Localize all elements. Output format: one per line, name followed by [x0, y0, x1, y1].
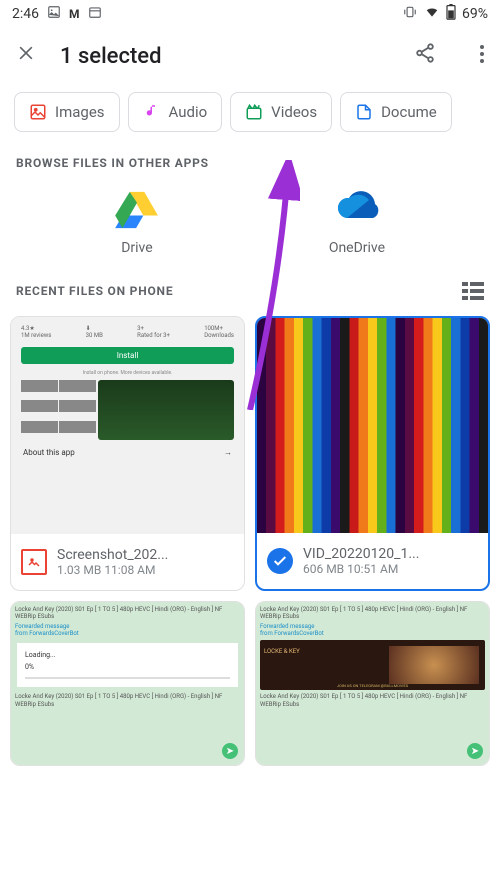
image-file-icon — [21, 549, 47, 575]
recent-files-heading: RECENT FILES ON PHONE — [16, 284, 173, 298]
share-icon[interactable] — [414, 42, 436, 70]
google-drive-icon — [115, 190, 159, 230]
file-card[interactable]: Locke And Key (2020) S01 Ep [ 1 TO 5 ] 4… — [255, 601, 490, 766]
image-notif-icon — [47, 5, 61, 23]
battery-pct: 69% — [462, 6, 488, 22]
music-note-icon — [143, 103, 161, 121]
image-icon — [29, 103, 47, 121]
apps-row: Drive OneDrive — [0, 182, 500, 278]
chip-audio[interactable]: Audio — [128, 92, 223, 132]
app-label: OneDrive — [329, 240, 385, 256]
more-icon[interactable] — [480, 44, 484, 69]
wifi-icon — [424, 5, 440, 23]
filter-chips-row: Images Audio Videos Docume — [0, 84, 500, 146]
document-icon — [355, 103, 373, 121]
gmail-notif-icon: M — [69, 7, 80, 21]
movie-icon — [245, 103, 263, 121]
file-name: Screenshot_202... — [57, 547, 234, 563]
chip-videos[interactable]: Videos — [230, 92, 332, 132]
browse-apps-heading: BROWSE FILES IN OTHER APPS — [0, 146, 500, 182]
chip-images[interactable]: Images — [14, 92, 120, 132]
file-meta: 1.03 MB 11:08 AM — [57, 563, 234, 577]
onedrive-icon — [335, 190, 379, 230]
vibrate-icon — [402, 5, 418, 23]
list-view-toggle-icon[interactable] — [462, 282, 484, 300]
chip-label: Images — [55, 103, 105, 121]
chip-label: Docume — [381, 103, 437, 121]
calendar-notif-icon — [88, 5, 102, 23]
header-bar: 1 selected — [0, 28, 500, 84]
chip-documents[interactable]: Docume — [340, 92, 452, 132]
chip-label: Audio — [169, 103, 208, 121]
file-thumbnail: Locke And Key (2020) S01 Ep [ 1 TO 5 ] 4… — [11, 602, 244, 765]
files-grid: 4.3★1M reviews ⬇30 MB 3+Rated for 3+ 100… — [0, 310, 500, 772]
file-card-selected[interactable]: VID_20220120_1... 606 MB 10:51 AM — [255, 316, 490, 591]
statusbar: 2:46 M 69% — [0, 0, 500, 28]
file-card[interactable]: Locke And Key (2020) S01 Ep [ 1 TO 5 ] 4… — [10, 601, 245, 766]
selected-check-icon — [267, 548, 293, 574]
file-thumbnail: Locke And Key (2020) S01 Ep [ 1 TO 5 ] 4… — [256, 602, 489, 765]
status-time: 2:46 — [12, 6, 39, 22]
page-title: 1 selected — [60, 44, 370, 69]
file-thumbnail — [257, 318, 488, 533]
file-name: VID_20220120_1... — [303, 546, 478, 562]
send-icon: ➤ — [467, 743, 483, 759]
app-onedrive[interactable]: OneDrive — [329, 190, 385, 256]
file-meta: 606 MB 10:51 AM — [303, 562, 478, 576]
app-drive[interactable]: Drive — [115, 190, 159, 256]
battery-icon — [446, 4, 456, 24]
close-icon[interactable] — [16, 43, 36, 69]
chip-label: Videos — [271, 103, 317, 121]
file-card[interactable]: 4.3★1M reviews ⬇30 MB 3+Rated for 3+ 100… — [10, 316, 245, 591]
send-icon: ➤ — [222, 743, 238, 759]
app-label: Drive — [121, 240, 152, 256]
file-thumbnail: 4.3★1M reviews ⬇30 MB 3+Rated for 3+ 100… — [11, 317, 244, 534]
